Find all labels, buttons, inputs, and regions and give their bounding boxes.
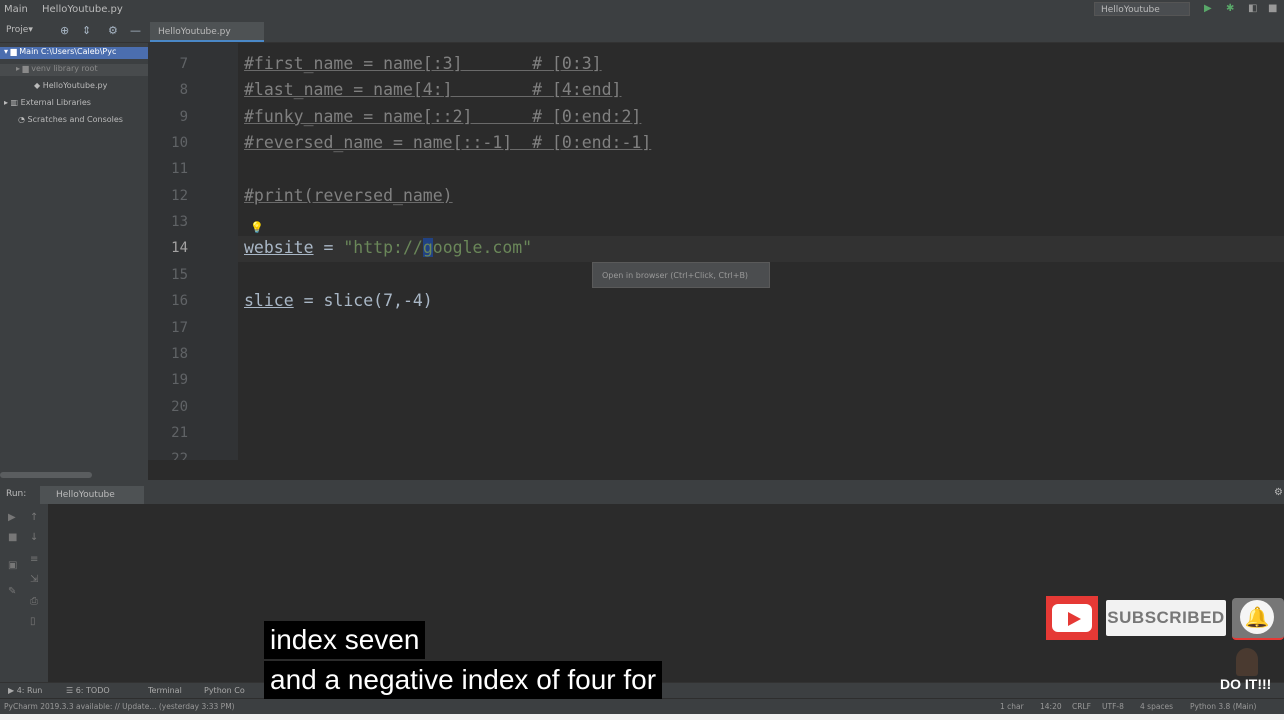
line-number: 15 bbox=[171, 267, 188, 283]
line-number: 18 bbox=[171, 346, 188, 362]
tab-todo[interactable]: ☰ 6: TODO bbox=[66, 686, 110, 695]
project-sidebar: ▾ ▆ Main C:\Users\Caleb\Pyc ▸ ▆ venv lib… bbox=[0, 43, 164, 480]
run-tab-helloyoutube[interactable]: HelloYoutube bbox=[40, 486, 144, 504]
hide-icon[interactable]: — bbox=[130, 24, 141, 37]
tab-run[interactable]: ▶ 4: Run bbox=[8, 686, 42, 695]
pin-icon[interactable]: ✎ bbox=[8, 586, 16, 597]
project-view-dropdown[interactable]: Proje▾ bbox=[6, 25, 33, 35]
line-number: 9 bbox=[179, 109, 188, 125]
layout-icon[interactable]: ▣ bbox=[8, 560, 17, 571]
coverage-icon[interactable]: ◧ bbox=[1248, 3, 1257, 14]
interpreter[interactable]: Python 3.8 (Main) bbox=[1190, 702, 1256, 711]
line-number: 12 bbox=[171, 188, 188, 204]
text-cursor-selection: g bbox=[422, 238, 433, 257]
presenter-figure bbox=[1236, 648, 1258, 676]
file-encoding[interactable]: UTF-8 bbox=[1102, 702, 1124, 711]
cursor-position[interactable]: 14:20 bbox=[1040, 702, 1062, 711]
notification-bell-button[interactable]: 🔔 bbox=[1232, 598, 1284, 640]
subtitle-line-2: and a negative index of four for bbox=[264, 661, 663, 699]
line-separator[interactable]: CRLF bbox=[1072, 702, 1091, 711]
variable-website: website bbox=[244, 238, 314, 257]
code-line-12[interactable]: #print(reversed_name) bbox=[244, 186, 453, 205]
run-icon[interactable]: ▶ bbox=[1204, 3, 1212, 14]
horizontal-scrollbar[interactable] bbox=[0, 472, 92, 478]
tab-helloyoutube[interactable]: HelloYoutube.py bbox=[150, 22, 264, 42]
tree-item-helloyoutube[interactable]: ◆ HelloYoutube.py bbox=[34, 81, 107, 90]
char-count: 1 char bbox=[1000, 702, 1024, 711]
line-number: 14 bbox=[171, 240, 188, 256]
string-literal: oogle.com" bbox=[432, 238, 533, 257]
stop-icon[interactable]: ■ bbox=[1268, 3, 1277, 14]
youtube-logo-icon bbox=[1046, 596, 1098, 640]
line-number: 11 bbox=[171, 161, 188, 177]
tab-python-console[interactable]: Python Co bbox=[204, 686, 245, 695]
line-number: 7 bbox=[179, 56, 188, 72]
open-in-browser-tooltip: Open in browser (Ctrl+Click, Ctrl+B) bbox=[592, 262, 770, 288]
down-icon[interactable]: ↓ bbox=[30, 532, 38, 543]
run-toolbar: ▶ ↑ ■ ↓ ≡ ▣ ⇲ ✎ ⎙ ▯ bbox=[0, 504, 48, 682]
indent-setting[interactable]: 4 spaces bbox=[1140, 702, 1173, 711]
code-line-7[interactable]: #first_name = name[:3] # [0:3] bbox=[244, 54, 602, 73]
line-number: 13 bbox=[171, 214, 188, 230]
tool-window-bar: Proje▾ ⊕ ⇕ ⚙ — HelloYoutube.py bbox=[0, 20, 1284, 43]
code-line-9[interactable]: #funky_name = name[::2] # [0:end:2] bbox=[244, 107, 641, 126]
doit-text: DO IT!!! bbox=[1220, 676, 1272, 692]
bell-icon: 🔔 bbox=[1240, 600, 1274, 634]
up-icon[interactable]: ↑ bbox=[30, 512, 38, 523]
project-name[interactable]: Main bbox=[4, 4, 28, 15]
trash-icon[interactable]: ▯ bbox=[30, 616, 36, 627]
scroll-end-icon[interactable]: ⇲ bbox=[30, 574, 38, 585]
settings-gear-icon[interactable]: ⚙ bbox=[1274, 487, 1283, 498]
tree-item-scratches[interactable]: ◔ Scratches and Consoles bbox=[18, 115, 123, 124]
title-bar: Main HelloYoutube.py HelloYoutube ▶ ✱ ◧ … bbox=[0, 0, 1284, 21]
scratch-icon: ◔ bbox=[18, 115, 28, 124]
string-literal: "http:// bbox=[343, 238, 423, 257]
run-panel-header: Run: HelloYoutube ⚙ bbox=[0, 484, 1284, 504]
code-line-10[interactable]: #reversed_name = name[::-1] # [0:end:-1] bbox=[244, 133, 651, 152]
update-notice[interactable]: PyCharm 2019.3.3 available: // Update...… bbox=[4, 702, 235, 711]
python-file-icon: ◆ bbox=[34, 81, 43, 90]
locate-icon[interactable]: ⊕ bbox=[60, 24, 69, 37]
tree-item-main[interactable]: ▾ ▆ Main C:\Users\Caleb\Pyc bbox=[0, 47, 152, 59]
variable-slice: slice bbox=[244, 291, 294, 310]
wrap-icon[interactable]: ≡ bbox=[30, 554, 38, 565]
rerun-icon[interactable]: ▶ bbox=[8, 512, 16, 523]
code-line-14[interactable]: website = "http://google.com" bbox=[244, 238, 532, 257]
line-number: 17 bbox=[171, 320, 188, 336]
operator: = bbox=[313, 238, 344, 257]
tree-item-venv[interactable]: ▸ ▆ venv library root bbox=[0, 64, 164, 76]
folder-icon: ▸ ▆ bbox=[16, 64, 32, 73]
line-number: 10 bbox=[171, 135, 188, 151]
settings-gear-icon[interactable]: ⚙ bbox=[108, 24, 118, 37]
status-bar: PyCharm 2019.3.3 available: // Update...… bbox=[0, 698, 1284, 715]
code-line-8[interactable]: #last_name = name[4:] # [4:end] bbox=[244, 80, 622, 99]
folder-icon: ▾ ▆ bbox=[4, 47, 20, 56]
debug-icon[interactable]: ✱ bbox=[1226, 3, 1234, 14]
line-number: 16 bbox=[171, 293, 188, 309]
line-number: 8 bbox=[179, 82, 188, 98]
run-config-dropdown[interactable]: HelloYoutube bbox=[1094, 2, 1190, 16]
lightbulb-icon[interactable]: 💡 bbox=[250, 221, 264, 234]
subscribe-overlay: SUBSCRIBED 🔔 bbox=[1046, 596, 1284, 640]
tab-terminal[interactable]: Terminal bbox=[148, 686, 182, 695]
code-line-16[interactable]: slice = slice(7,-4) bbox=[244, 291, 433, 310]
run-label: Run: bbox=[6, 489, 27, 499]
collapse-icon[interactable]: ⇕ bbox=[82, 24, 91, 37]
line-number: 19 bbox=[171, 372, 188, 388]
print-icon[interactable]: ⎙ bbox=[30, 596, 38, 607]
tree-item-external-libraries[interactable]: ▸ ▥ External Libraries bbox=[4, 98, 91, 107]
subscribed-button[interactable]: SUBSCRIBED bbox=[1106, 600, 1226, 636]
subtitle-line-1: index seven bbox=[264, 621, 426, 659]
line-number: 22 bbox=[171, 451, 188, 460]
library-icon: ▸ ▥ bbox=[4, 98, 21, 107]
stop-icon[interactable]: ■ bbox=[8, 532, 17, 543]
code-rest: = slice(7,-4) bbox=[293, 291, 433, 310]
console-output[interactable] bbox=[48, 504, 1284, 682]
line-number: 21 bbox=[171, 425, 188, 441]
frame-edge bbox=[0, 714, 1284, 720]
line-number: 20 bbox=[171, 399, 188, 415]
breadcrumb-file[interactable]: HelloYoutube.py bbox=[42, 4, 123, 15]
